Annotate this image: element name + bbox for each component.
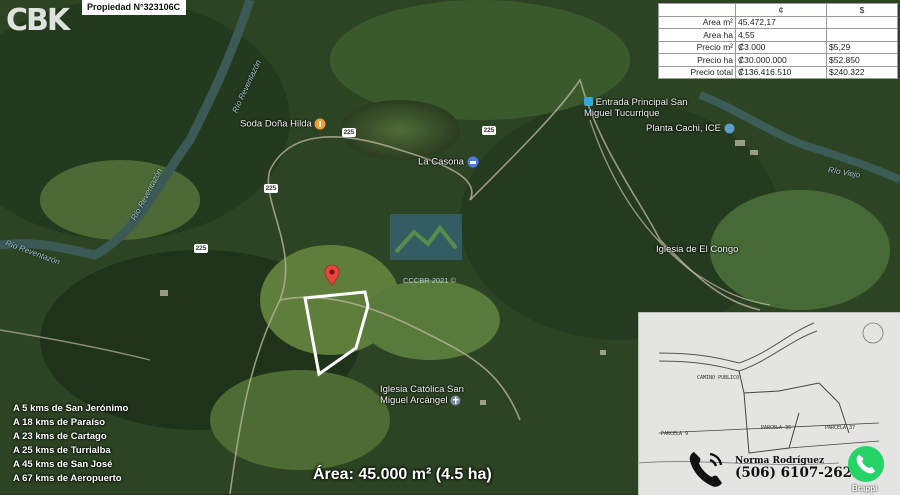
building-icon (724, 123, 735, 134)
map-pin-icon[interactable] (324, 264, 340, 286)
place-iglesia-catolica[interactable]: Iglesia Católica San Miguel Arcángel (380, 384, 492, 406)
list-item: A 5 kms de San Jerónimo (13, 403, 129, 414)
list-item: A 23 kms de Cartago (13, 431, 107, 442)
hotel-icon (467, 156, 479, 168)
row-label: Area m² (658, 15, 736, 29)
corner-watermark: Brappi (852, 484, 878, 493)
map-watermark-text: CCCBR 2021 © (403, 276, 457, 285)
place-soda-label: Soda Doña Hilda (240, 118, 312, 130)
place-la-casona[interactable]: La Casona (418, 156, 479, 168)
plan-label-parcela-c: PARCELA 37 (825, 425, 856, 431)
list-item: A 18 kms de Paraíso (13, 417, 106, 428)
place-entrada-label: Entrada Principal San Miguel Tucurrique (584, 97, 688, 119)
price-table-corner (658, 3, 736, 17)
row-label: Precio ha (658, 53, 736, 67)
table-row: Precio ha ₡30.000.000 $52.850 (658, 53, 898, 67)
place-soda[interactable]: Soda Doña Hilda (240, 118, 326, 130)
whatsapp-icon[interactable] (846, 444, 886, 484)
row-label: Precio m² (658, 40, 736, 54)
place-iglesia-congo[interactable]: Iglesia de El Congo (656, 244, 738, 255)
row-label: Area ha (658, 28, 736, 42)
property-id-badge: Propiedad N°323106C (82, 0, 187, 15)
place-entrada[interactable]: Entrada Principal San Miguel Tucurrique (584, 97, 704, 119)
col-dollars-header: $ (826, 3, 898, 17)
road-shield: 225 (342, 128, 356, 137)
row-dollars (826, 15, 898, 29)
table-row: Precio total ₡136.416.510 $240.322 (658, 65, 898, 79)
row-colones: 4,55 (735, 28, 827, 42)
row-colones: 45.472,17 (735, 15, 827, 29)
area-caption: Área: 45.000 m² (4.5 ha) (313, 466, 492, 483)
plan-label-parcela-b: PARCELA 36 (761, 425, 792, 431)
plan-label-parcela-a: PARCELA 9 (661, 431, 689, 437)
price-table-header: ¢ $ (658, 3, 898, 17)
list-item: A 45 kms de San José (13, 459, 113, 470)
road-shield: 225 (194, 244, 208, 253)
place-iglesia-congo-label: Iglesia de El Congo (656, 244, 739, 255)
distance-list: A 5 kms de San Jerónimo A 18 kms de Para… (13, 402, 128, 486)
road-shield: 225 (264, 184, 278, 193)
transit-icon (584, 97, 593, 106)
restaurant-icon (314, 118, 326, 130)
row-dollars (826, 28, 898, 42)
row-dollars: $240.322 (826, 65, 898, 79)
phone-icon[interactable] (686, 448, 726, 490)
place-la-casona-label: La Casona (418, 156, 464, 168)
table-row: Area ha 4,55 (658, 28, 898, 42)
row-label: Precio total (658, 65, 736, 79)
table-row: Area m² 45.472,17 (658, 15, 898, 29)
plan-label-camino: CAMINO PUBLICO (697, 375, 740, 381)
place-planta[interactable]: Planta Cachi, ICE (646, 123, 735, 134)
agency-logo: CBK (6, 3, 70, 38)
road-shield: 225 (482, 126, 496, 135)
place-planta-label: Planta Cachi, ICE (646, 123, 721, 135)
col-colones-header: ¢ (735, 3, 827, 17)
table-row: Precio m² ₡3.000 $5,29 (658, 40, 898, 54)
list-item: A 67 kms de Aeropuerto (13, 473, 122, 484)
row-dollars: $52.850 (826, 53, 898, 67)
contact-phone[interactable]: (506) 6107-2627 (735, 465, 861, 481)
row-colones: ₡136.416.510 (735, 65, 827, 79)
list-item: A 25 kms de Turrialba (13, 445, 111, 456)
church-icon (450, 395, 461, 406)
row-dollars: $5,29 (826, 40, 898, 54)
row-colones: ₡30.000.000 (735, 53, 827, 67)
price-table: ¢ $ Area m² 45.472,17 Area ha 4,55 Preci… (658, 3, 898, 79)
row-colones: ₡3.000 (735, 40, 827, 54)
